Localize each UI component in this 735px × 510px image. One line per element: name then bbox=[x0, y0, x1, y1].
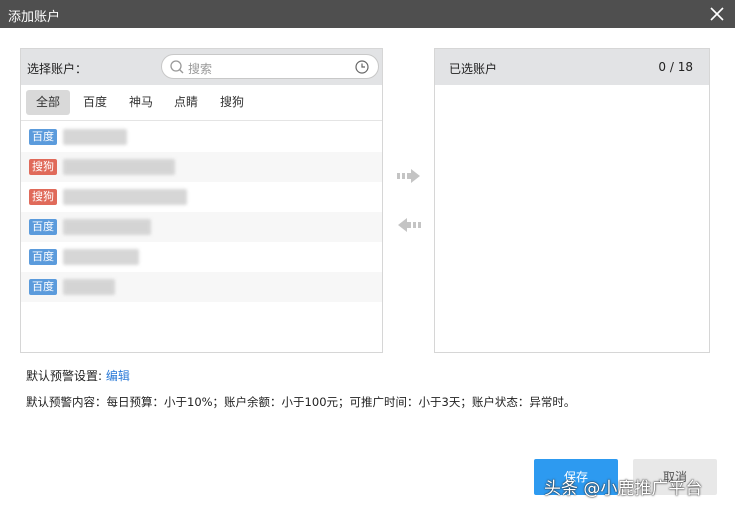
selected-count: 0 / 18 bbox=[658, 60, 693, 74]
account-row[interactable]: 搜狗 bbox=[21, 152, 382, 182]
tab-shenma[interactable]: 神马 bbox=[119, 90, 163, 115]
tab-sogou[interactable]: 搜狗 bbox=[210, 90, 254, 115]
search-input[interactable]: 搜索 bbox=[161, 54, 379, 79]
select-account-label: 选择账户： bbox=[27, 62, 88, 76]
dialog-title: 添加账户 bbox=[8, 10, 61, 25]
platform-tag: 百度 bbox=[29, 249, 57, 265]
tab-dianjing[interactable]: 点睛 bbox=[164, 90, 208, 115]
account-name-redacted bbox=[63, 249, 139, 265]
watermark: 头条 @小鹿推广平台 bbox=[544, 479, 703, 499]
platform-tag: 搜狗 bbox=[29, 159, 57, 175]
account-row[interactable]: 百度 bbox=[21, 272, 382, 302]
account-name-redacted bbox=[63, 219, 151, 235]
move-left-icon[interactable] bbox=[395, 216, 423, 234]
account-name-redacted bbox=[63, 129, 127, 145]
history-icon[interactable] bbox=[354, 59, 370, 75]
account-row[interactable]: 百度 bbox=[21, 242, 382, 272]
account-name-redacted bbox=[63, 189, 187, 205]
edit-link[interactable]: 编辑 bbox=[106, 369, 130, 383]
default-alert-content: 默认预警内容：每日预算：小于10%；账户余额：小于100元；可推广时间：小于3天… bbox=[26, 395, 576, 409]
account-row[interactable]: 百度 bbox=[21, 122, 382, 152]
search-icon bbox=[169, 59, 185, 75]
tab-baidu[interactable]: 百度 bbox=[73, 90, 117, 115]
selected-accounts-header: 已选账户 0 / 18 bbox=[435, 49, 709, 85]
close-icon[interactable] bbox=[707, 4, 727, 24]
platform-tag: 搜狗 bbox=[29, 189, 57, 205]
selected-accounts-label: 已选账户 bbox=[449, 62, 498, 76]
platform-tag: 百度 bbox=[29, 219, 57, 235]
search-placeholder: 搜索 bbox=[188, 62, 213, 76]
selected-accounts-panel: 已选账户 0 / 18 bbox=[434, 48, 710, 353]
platform-tag: 百度 bbox=[29, 279, 57, 295]
account-name-redacted bbox=[63, 159, 175, 175]
account-select-panel: 选择账户： 搜索 全部 百度 神马 点睛 搜狗 百度 搜狗 搜狗 百度 百度 百… bbox=[20, 48, 383, 353]
default-alert-setting: 默认预警设置: 编辑 bbox=[26, 367, 130, 384]
platform-tabs: 全部 百度 神马 点睛 搜狗 bbox=[21, 85, 382, 121]
default-alert-label: 默认预警设置: bbox=[26, 369, 103, 383]
transfer-controls bbox=[395, 165, 425, 235]
account-row[interactable]: 搜狗 bbox=[21, 182, 382, 212]
account-list: 百度 搜狗 搜狗 百度 百度 百度 bbox=[21, 122, 382, 302]
account-select-header: 选择账户： 搜索 bbox=[21, 49, 382, 85]
account-name-redacted bbox=[63, 279, 115, 295]
account-row[interactable]: 百度 bbox=[21, 212, 382, 242]
platform-tag: 百度 bbox=[29, 129, 57, 145]
tab-all[interactable]: 全部 bbox=[26, 90, 71, 115]
move-right-icon[interactable] bbox=[395, 167, 423, 185]
title-bar: 添加账户 bbox=[0, 0, 735, 28]
